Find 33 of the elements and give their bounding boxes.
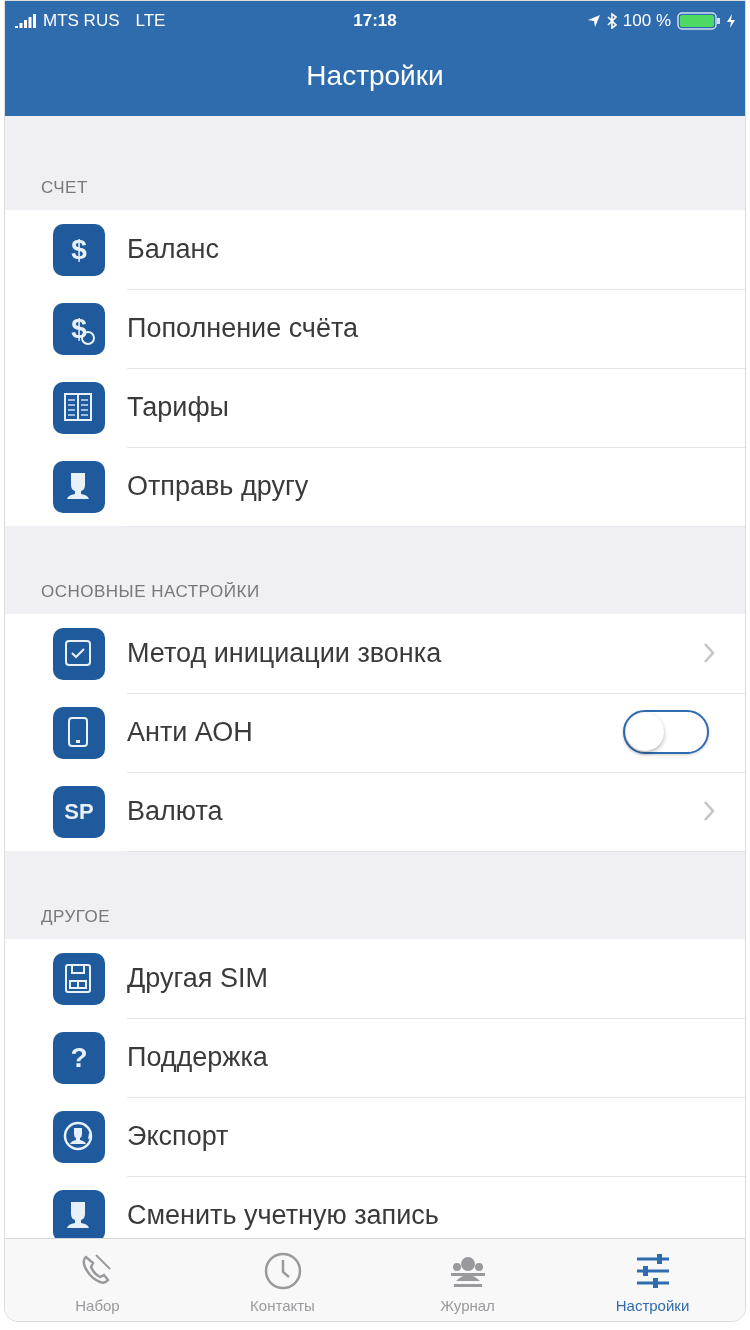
settings-row-label[interactable]: Поддержка (127, 1041, 715, 1073)
charging-icon (727, 14, 735, 28)
person-icon (53, 1189, 105, 1238)
carrier-name: MTS RUS (43, 11, 120, 31)
dollar-icon: $ (53, 223, 105, 276)
phone-icon (53, 706, 105, 759)
table-icon (53, 381, 105, 434)
toggle-switch[interactable] (623, 710, 709, 754)
clock-icon (262, 1250, 303, 1291)
network-type: LTE (135, 11, 166, 31)
settings-row-label[interactable]: Валюта (127, 795, 703, 827)
chevron-icon (703, 642, 715, 664)
section-header: СЧЕТ (41, 178, 88, 197)
section-header: ДРУГОЕ (41, 907, 111, 926)
battery-icon (677, 12, 721, 30)
signal-icon (15, 14, 37, 28)
export-icon (53, 1110, 105, 1163)
bluetooth-icon (606, 13, 617, 29)
battery-percent: 100 % (622, 11, 671, 31)
sim-icon (53, 952, 105, 1005)
currency-icon: SP (53, 785, 105, 838)
settings-row-label[interactable]: Пополнение счёта (127, 312, 715, 344)
check-icon (53, 627, 105, 680)
dollar-coin-icon: $ (53, 302, 105, 355)
settings-row-label[interactable]: Баланс (127, 233, 715, 265)
chevron-icon (703, 800, 715, 822)
clock-time: 17:18 (353, 11, 397, 31)
person-icon (53, 460, 105, 513)
help-icon: ? (53, 1031, 105, 1084)
section-header: ОСНОВНЫЕ НАСТРОЙКИ (41, 582, 260, 601)
nav-title: Настройки (306, 59, 444, 93)
location-icon (586, 14, 601, 28)
tab-bar-item[interactable]: Настройки (560, 1239, 745, 1321)
